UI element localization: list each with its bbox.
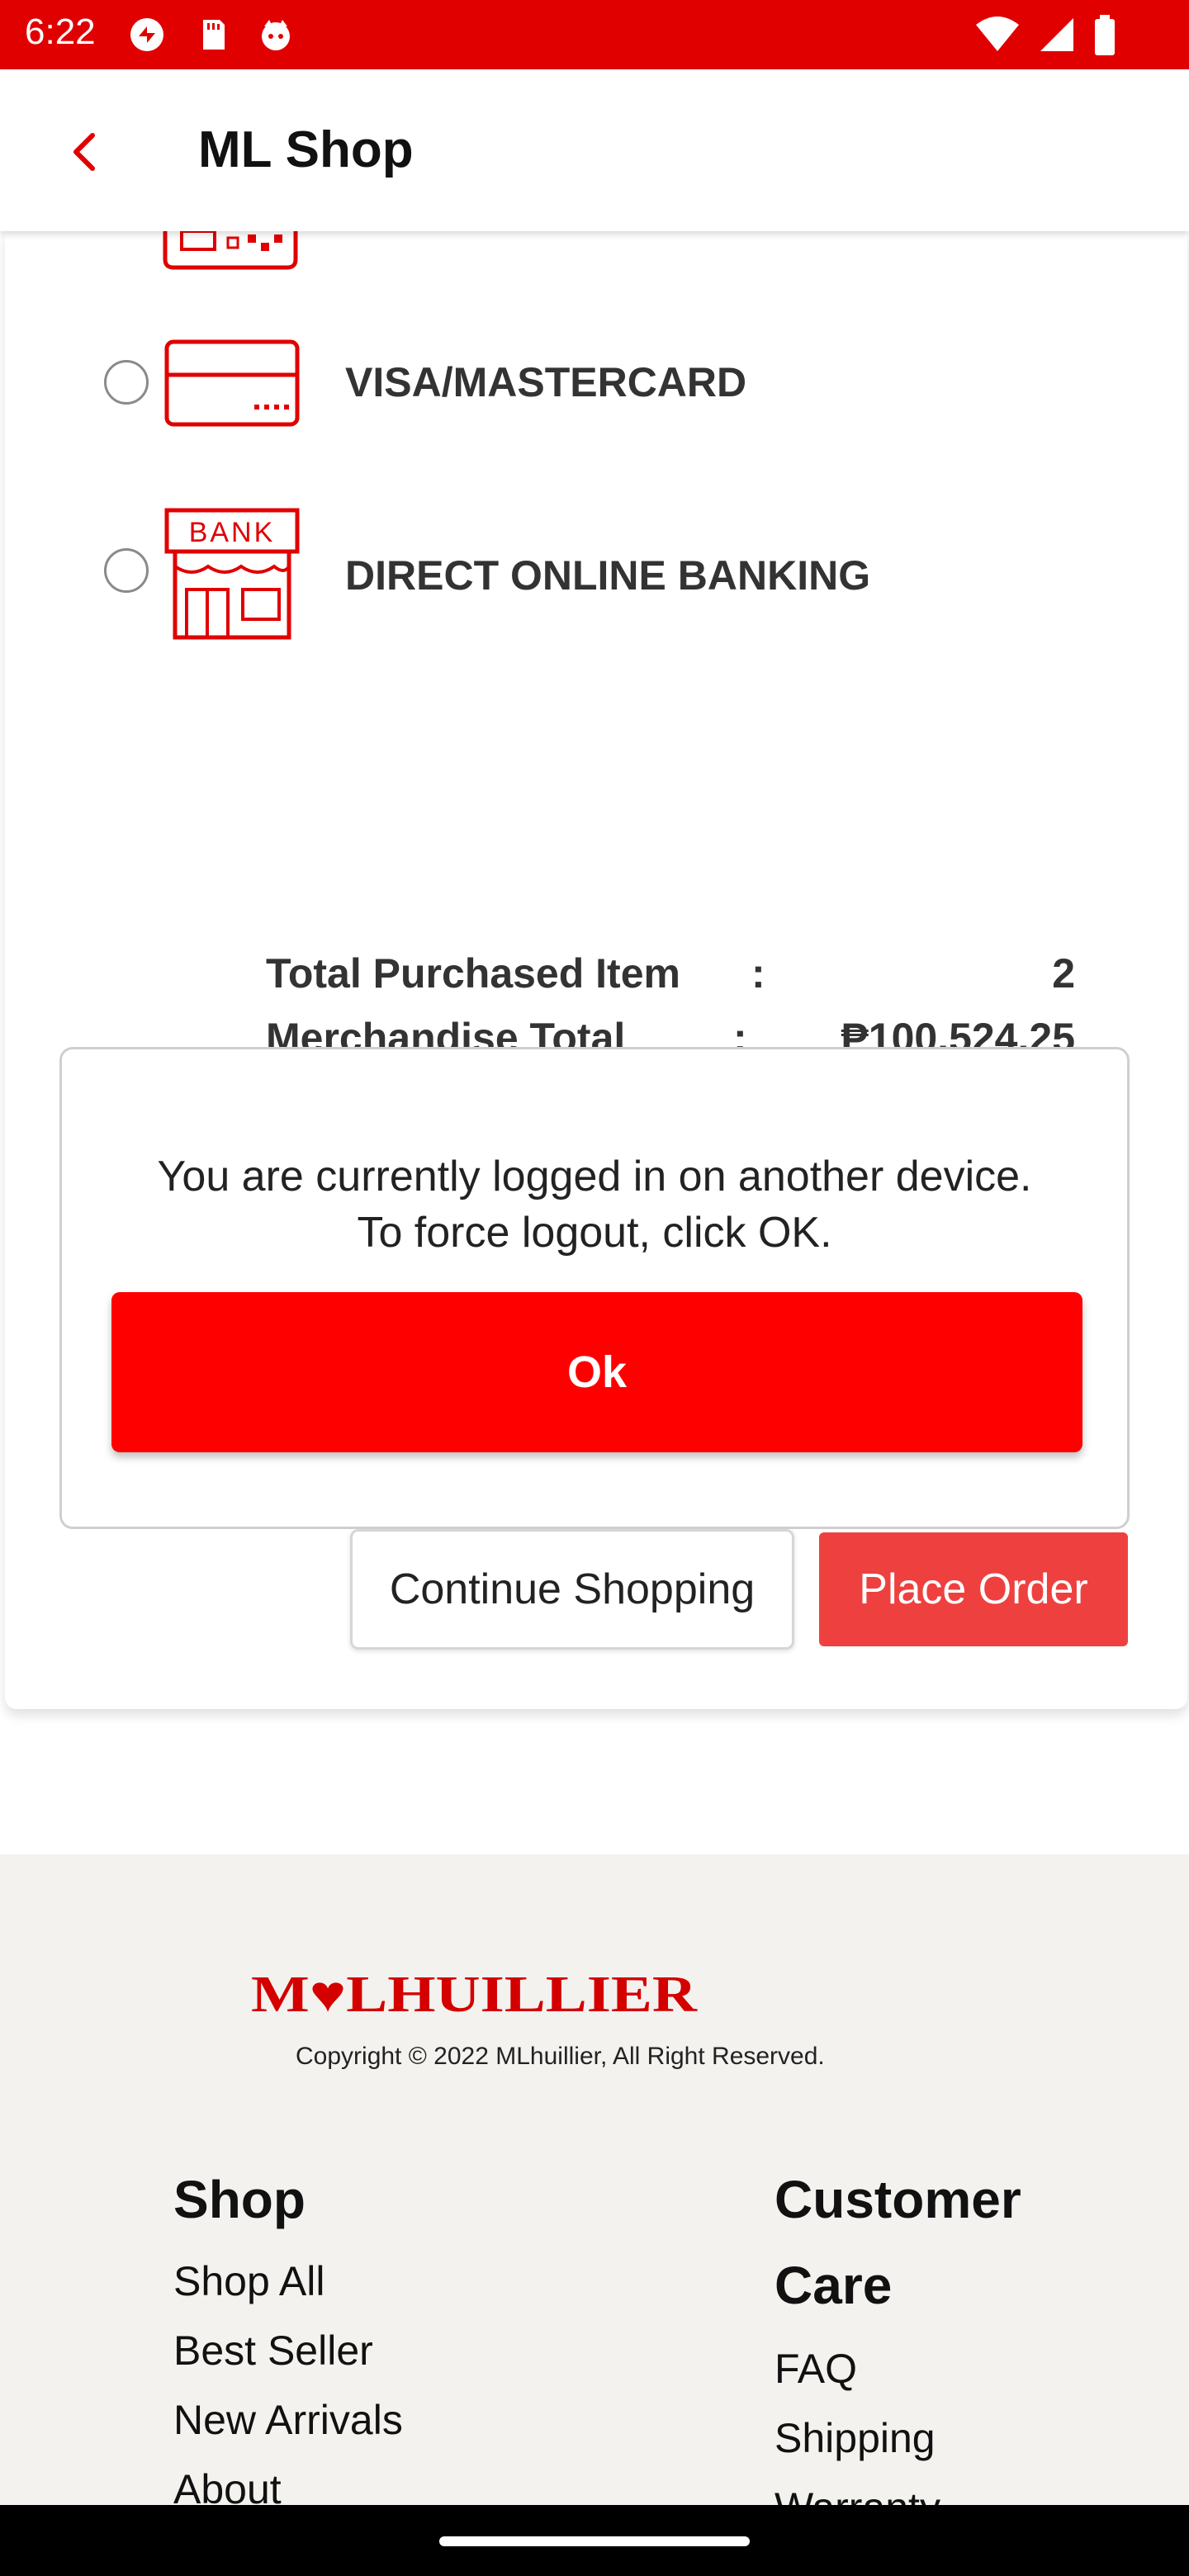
home-gesture-handle[interactable] <box>439 2536 750 2546</box>
bank-icon-text: BANK <box>189 517 276 548</box>
copyright-text: Copyright © 2022 MLhuillier, All Right R… <box>296 2043 825 2070</box>
qr-payment-icon <box>162 230 299 277</box>
footer-shop-title: Shop <box>173 2170 306 2229</box>
footer-title-line: Customer <box>775 2170 1021 2229</box>
app-bar: ML Shop <box>0 69 1189 231</box>
footer-title-line: Care <box>775 2256 893 2315</box>
logo-text: M♥LHUILLIER <box>251 1967 698 2020</box>
status-bar: 6:22 <box>0 0 1189 69</box>
summary-value: 2 <box>1052 950 1075 997</box>
summary-separator: : <box>751 950 765 997</box>
page-title: ML Shop <box>198 121 414 178</box>
battery-icon <box>1093 15 1116 60</box>
sync-app-icon <box>129 17 165 53</box>
summary-row: Total Purchased Item : 2 <box>266 949 1075 1007</box>
payment-option-bank[interactable]: BANK DIRECT ONLINE BANKING <box>96 507 1087 656</box>
footer-link-shop-all[interactable]: Shop All <box>173 2257 324 2305</box>
cat-app-icon <box>258 17 294 53</box>
payment-option-label: VISA/MASTERCARD <box>345 359 747 405</box>
sd-card-icon <box>195 17 231 53</box>
radio-card[interactable] <box>104 360 149 405</box>
back-button[interactable] <box>54 119 121 185</box>
ok-button[interactable]: Ok <box>111 1292 1082 1452</box>
wifi-icon <box>974 15 1021 59</box>
bank-icon: BANK <box>163 507 301 646</box>
signal-icon <box>1037 15 1077 59</box>
card-icon <box>163 339 301 432</box>
payment-option-label: DIRECT ONLINE BANKING <box>345 552 871 599</box>
dialog-message-line: You are currently logged in on another d… <box>157 1153 1032 1200</box>
payment-option-card[interactable]: VISA/MASTERCARD <box>96 339 1087 487</box>
summary-label: Total Purchased Item <box>266 950 680 997</box>
dialog-message-line: To force logout, click OK. <box>357 1209 832 1257</box>
dialog-message: You are currently logged in on another d… <box>62 1148 1127 1261</box>
logout-dialog: You are currently logged in on another d… <box>59 1047 1130 1529</box>
footer-link-new-arrivals[interactable]: New Arrivals <box>173 2396 403 2444</box>
radio-bank[interactable] <box>104 548 149 593</box>
footer-link-best-seller[interactable]: Best Seller <box>173 2327 373 2375</box>
system-nav-bar <box>0 2505 1189 2576</box>
footer-link-shipping[interactable]: Shipping <box>775 2414 936 2462</box>
chevron-left-icon <box>54 133 121 188</box>
mlhuillier-logo: M♥LHUILLIER <box>248 1967 702 2024</box>
place-order-button[interactable]: Place Order <box>819 1532 1128 1646</box>
footer-link-faq[interactable]: FAQ <box>775 2345 857 2393</box>
status-time: 6:22 <box>25 12 96 52</box>
footer: M♥LHUILLIER Copyright © 2022 MLhuillier,… <box>0 1854 1189 2576</box>
continue-shopping-button[interactable]: Continue Shopping <box>350 1529 794 1650</box>
footer-customer-care-title: Customer Care <box>775 2157 1021 2328</box>
